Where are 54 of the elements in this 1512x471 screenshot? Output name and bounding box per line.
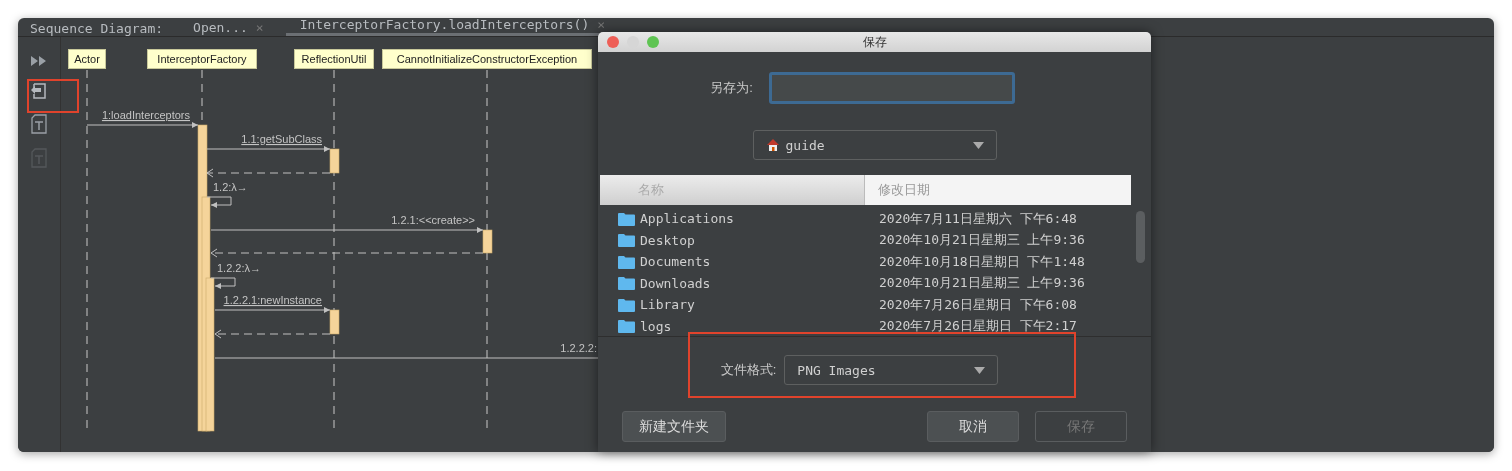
activation-bar [329,148,340,174]
folder-icon [618,211,635,226]
location-dropdown[interactable]: guide [752,130,997,160]
editor-tab[interactable]: Open... × [179,20,270,36]
modified-date: 2020年7月11日星期六 下午6:48 [879,209,1077,228]
folder-icon [618,254,635,269]
participant-header[interactable]: InterceptorFactory [147,49,257,69]
close-button[interactable] [607,36,619,48]
export-icon[interactable] [30,82,48,100]
zoom-button[interactable] [647,36,659,48]
file-name[interactable]: Library [640,297,874,313]
message-arrow [210,277,236,289]
participant-header[interactable]: ReflectionUtil [294,49,374,69]
activation-bar [482,229,493,254]
tab-bar-label: Sequence Diagram: [30,21,164,36]
modified-date: 2020年10月21日星期三 上午9:36 [879,231,1085,250]
file-name-field[interactable] [768,72,1015,104]
message-label[interactable]: 1.2.2:λ→ [217,262,262,274]
activation-bar [329,309,340,335]
message-label[interactable]: 1.2.2.2: [560,342,597,354]
modified-date: 2020年10月21日星期三 上午9:36 [879,274,1085,293]
caret-icon [974,366,986,374]
message-arrow [206,196,232,208]
folder-icon [618,319,635,334]
message-label[interactable]: 1.2.1:<<create>> [391,214,475,226]
message-label[interactable]: 1.2:λ→ [213,181,248,193]
file-name[interactable]: Documents [640,254,874,270]
cancel-button[interactable]: 取消 [927,411,1019,442]
home-icon [765,138,780,152]
message-label[interactable]: 1.2.2.1:newInstance [223,294,322,306]
file-name[interactable]: logs [640,318,874,334]
message-label[interactable]: 1.1:getSubClass [241,133,322,145]
modified-date: 2020年7月26日星期日 下午6:08 [879,295,1077,314]
modified-date: 2020年10月18日星期日 下午1:48 [879,252,1085,271]
scrollbar-thumb[interactable] [1136,211,1145,263]
save-as-label: 另存为: [710,79,753,97]
text-file-icon[interactable] [30,114,48,134]
file-name[interactable]: Desktop [640,232,874,248]
highlight-frame [27,79,79,113]
file-format-label: 文件格式: [720,361,777,379]
dialog-title: 保存 [862,33,887,51]
folder-icon [618,276,635,291]
new-folder-button[interactable]: 新建文件夹 [622,411,726,442]
participant-header[interactable]: CannotInitializeConstructorException [382,49,592,69]
file-format-dropdown[interactable]: PNG Images [784,355,999,385]
participant-header[interactable]: Actor [68,49,106,69]
file-name[interactable]: Applications [640,211,874,227]
folder-icon [618,233,635,248]
message-label[interactable]: 1:loadInterceptors [101,109,190,121]
file-name[interactable]: Downloads [640,275,874,291]
modified-date: 2020年7月26日星期日 下午2:17 [879,317,1077,336]
fast-forward-icon[interactable] [30,54,48,68]
caret-icon [972,141,984,149]
folder-icon [618,297,635,312]
